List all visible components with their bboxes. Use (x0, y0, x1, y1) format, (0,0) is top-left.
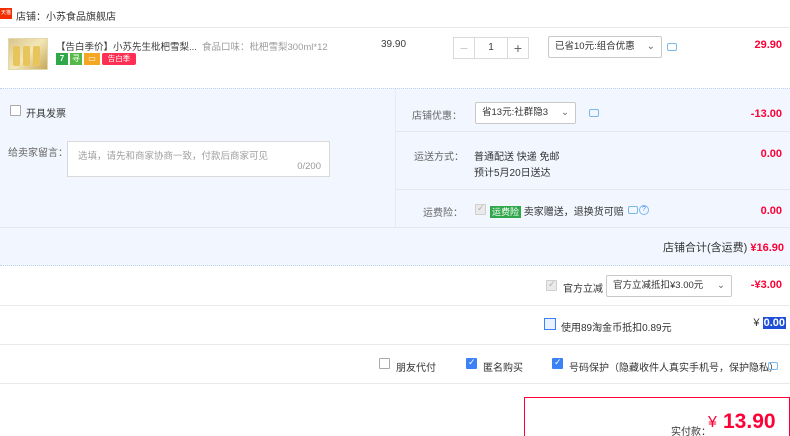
decrease-quantity-button[interactable]: − (453, 37, 475, 59)
shop-discount-amount: -13.00 (750, 108, 782, 120)
phone-protect-checkbox[interactable] (552, 357, 563, 369)
shop-header: 天猫 店铺：小苏食品旗舰店 (0, 0, 790, 28)
product-thumbnail[interactable] (8, 38, 48, 70)
bottle-shape (23, 46, 30, 66)
phone-protect-label: 号码保护（隐藏收件人真实手机号，保护隐私） (569, 363, 779, 374)
help-icon[interactable]: ? (639, 205, 649, 215)
shop-coupon-select-value: 省13元:社群隐3 (482, 107, 548, 118)
item-promo-select[interactable]: 已省10元:组合优惠 ⌄ (548, 36, 662, 58)
official-discount-label: 官方立减 (563, 284, 603, 295)
chevron-down-icon: ⌄ (717, 280, 725, 291)
chat-icon[interactable] (768, 362, 778, 370)
unit-price: 39.90 (381, 39, 407, 50)
divider (395, 189, 790, 190)
shipping-amount: 0.00 (760, 148, 782, 160)
divider (0, 344, 790, 345)
official-discount-amount: -¥3.00 (750, 279, 782, 291)
product-sku: 食品口味：枇杷雪梨300ml*12 (202, 42, 328, 53)
shop-name[interactable]: 店铺：小苏食品旗舰店 (16, 8, 116, 23)
shop-total-value: ¥16.90 (750, 242, 784, 254)
cart-item-row: 【告白季价】小苏先生枇杷雪梨... 食品口味：枇杷雪梨300ml*12 7 寻 … (0, 28, 790, 88)
bottle-shape (33, 46, 40, 66)
taojinbi-checkbox[interactable] (544, 318, 556, 330)
taojinbi-amount[interactable]: 0.00 (762, 317, 786, 329)
seven-day-return-icon: 7 (56, 53, 68, 65)
official-discount-select-value: 官方立减抵扣¥3.00元 (613, 280, 704, 291)
quantity-input[interactable]: 1 (475, 37, 507, 59)
invoice-checkbox[interactable] (10, 105, 21, 116)
freight-insurance-amount: 0.00 (760, 205, 782, 217)
shipping-estimate: 预计5月20日送达 (474, 168, 551, 179)
season-tag: 告白季 (102, 53, 136, 65)
freight-insurance-checkbox (475, 203, 486, 215)
order-info-panel: 开具发票 给卖家留言： 选填，请先和商家协商一致，付款后商家可见 0/200 店… (0, 88, 790, 266)
divider (0, 305, 790, 306)
pay-label: 实付款： (671, 427, 711, 436)
product-title[interactable]: 【告白季价】小苏先生枇杷雪梨... (56, 39, 197, 53)
memo-label: 给卖家留言： (8, 148, 68, 159)
chevron-down-icon: ⌄ (561, 107, 569, 118)
payment-summary-box: 实付款： ¥ 13.90 (524, 397, 790, 436)
pay-currency: ¥ (708, 414, 717, 431)
chat-icon[interactable] (628, 206, 638, 214)
pay-amount: 13.90 (723, 410, 776, 433)
chat-icon[interactable] (667, 43, 677, 51)
divider (395, 131, 790, 132)
anonymous-label: 匿名购买 (483, 363, 523, 374)
divider (0, 227, 790, 228)
product-tags: 7 寻 ▭ 告白季 (56, 53, 136, 65)
official-discount-checkbox (546, 279, 557, 291)
freight-insurance-label: 运费险： (423, 208, 463, 219)
chevron-down-icon: ⌄ (646, 41, 655, 52)
freight-insurance-desc: 卖家赠送，退换货可赔 (523, 207, 624, 218)
taojinbi-currency: ¥ (753, 317, 760, 329)
memo-char-count: 0/200 (297, 161, 321, 172)
divider (0, 383, 790, 384)
quantity-stepper: − 1 + (453, 37, 529, 59)
taojinbi-value: ¥ 0.00 (753, 317, 786, 329)
guarantee-icon: 寻 (70, 53, 82, 65)
shop-total-label: 店铺合计(含运费) (662, 242, 748, 254)
item-line-total: 29.90 (754, 39, 782, 51)
shipping-label: 运送方式： (414, 152, 464, 163)
official-discount-select[interactable]: 官方立减抵扣¥3.00元 ⌄ (606, 275, 732, 297)
anonymous-checkbox[interactable] (466, 357, 477, 369)
bottle-shape (13, 46, 20, 66)
card-icon: ▭ (84, 53, 100, 65)
shop-discount-label: 店铺优惠： (412, 111, 462, 122)
friend-pay-label: 朋友代付 (396, 363, 436, 374)
chat-icon[interactable] (589, 109, 599, 117)
freight-insurance-info: 运费险 卖家赠送，退换货可赔 (490, 203, 624, 218)
friend-pay-checkbox[interactable] (379, 358, 390, 369)
shop-coupon-select[interactable]: 省13元:社群隐3 ⌄ (475, 102, 576, 124)
tmall-badge-icon: 天猫 (0, 8, 12, 19)
shipping-method: 普通配送 快递 免邮 (474, 152, 560, 163)
shop-total: 店铺合计(含运费) ¥16.90 (663, 239, 784, 255)
taojinbi-label: 使用89淘金币抵扣0.89元 (561, 323, 672, 334)
memo-textarea[interactable]: 选填，请先和商家协商一致，付款后商家可见 0/200 (67, 141, 330, 177)
invoice-label: 开具发票 (26, 109, 66, 120)
increase-quantity-button[interactable]: + (507, 37, 529, 59)
freight-insurance-tag: 运费险 (490, 206, 522, 218)
memo-placeholder: 选填，请先和商家协商一致，付款后商家可见 (78, 151, 269, 162)
item-promo-select-value: 已省10元:组合优惠 (555, 41, 635, 52)
